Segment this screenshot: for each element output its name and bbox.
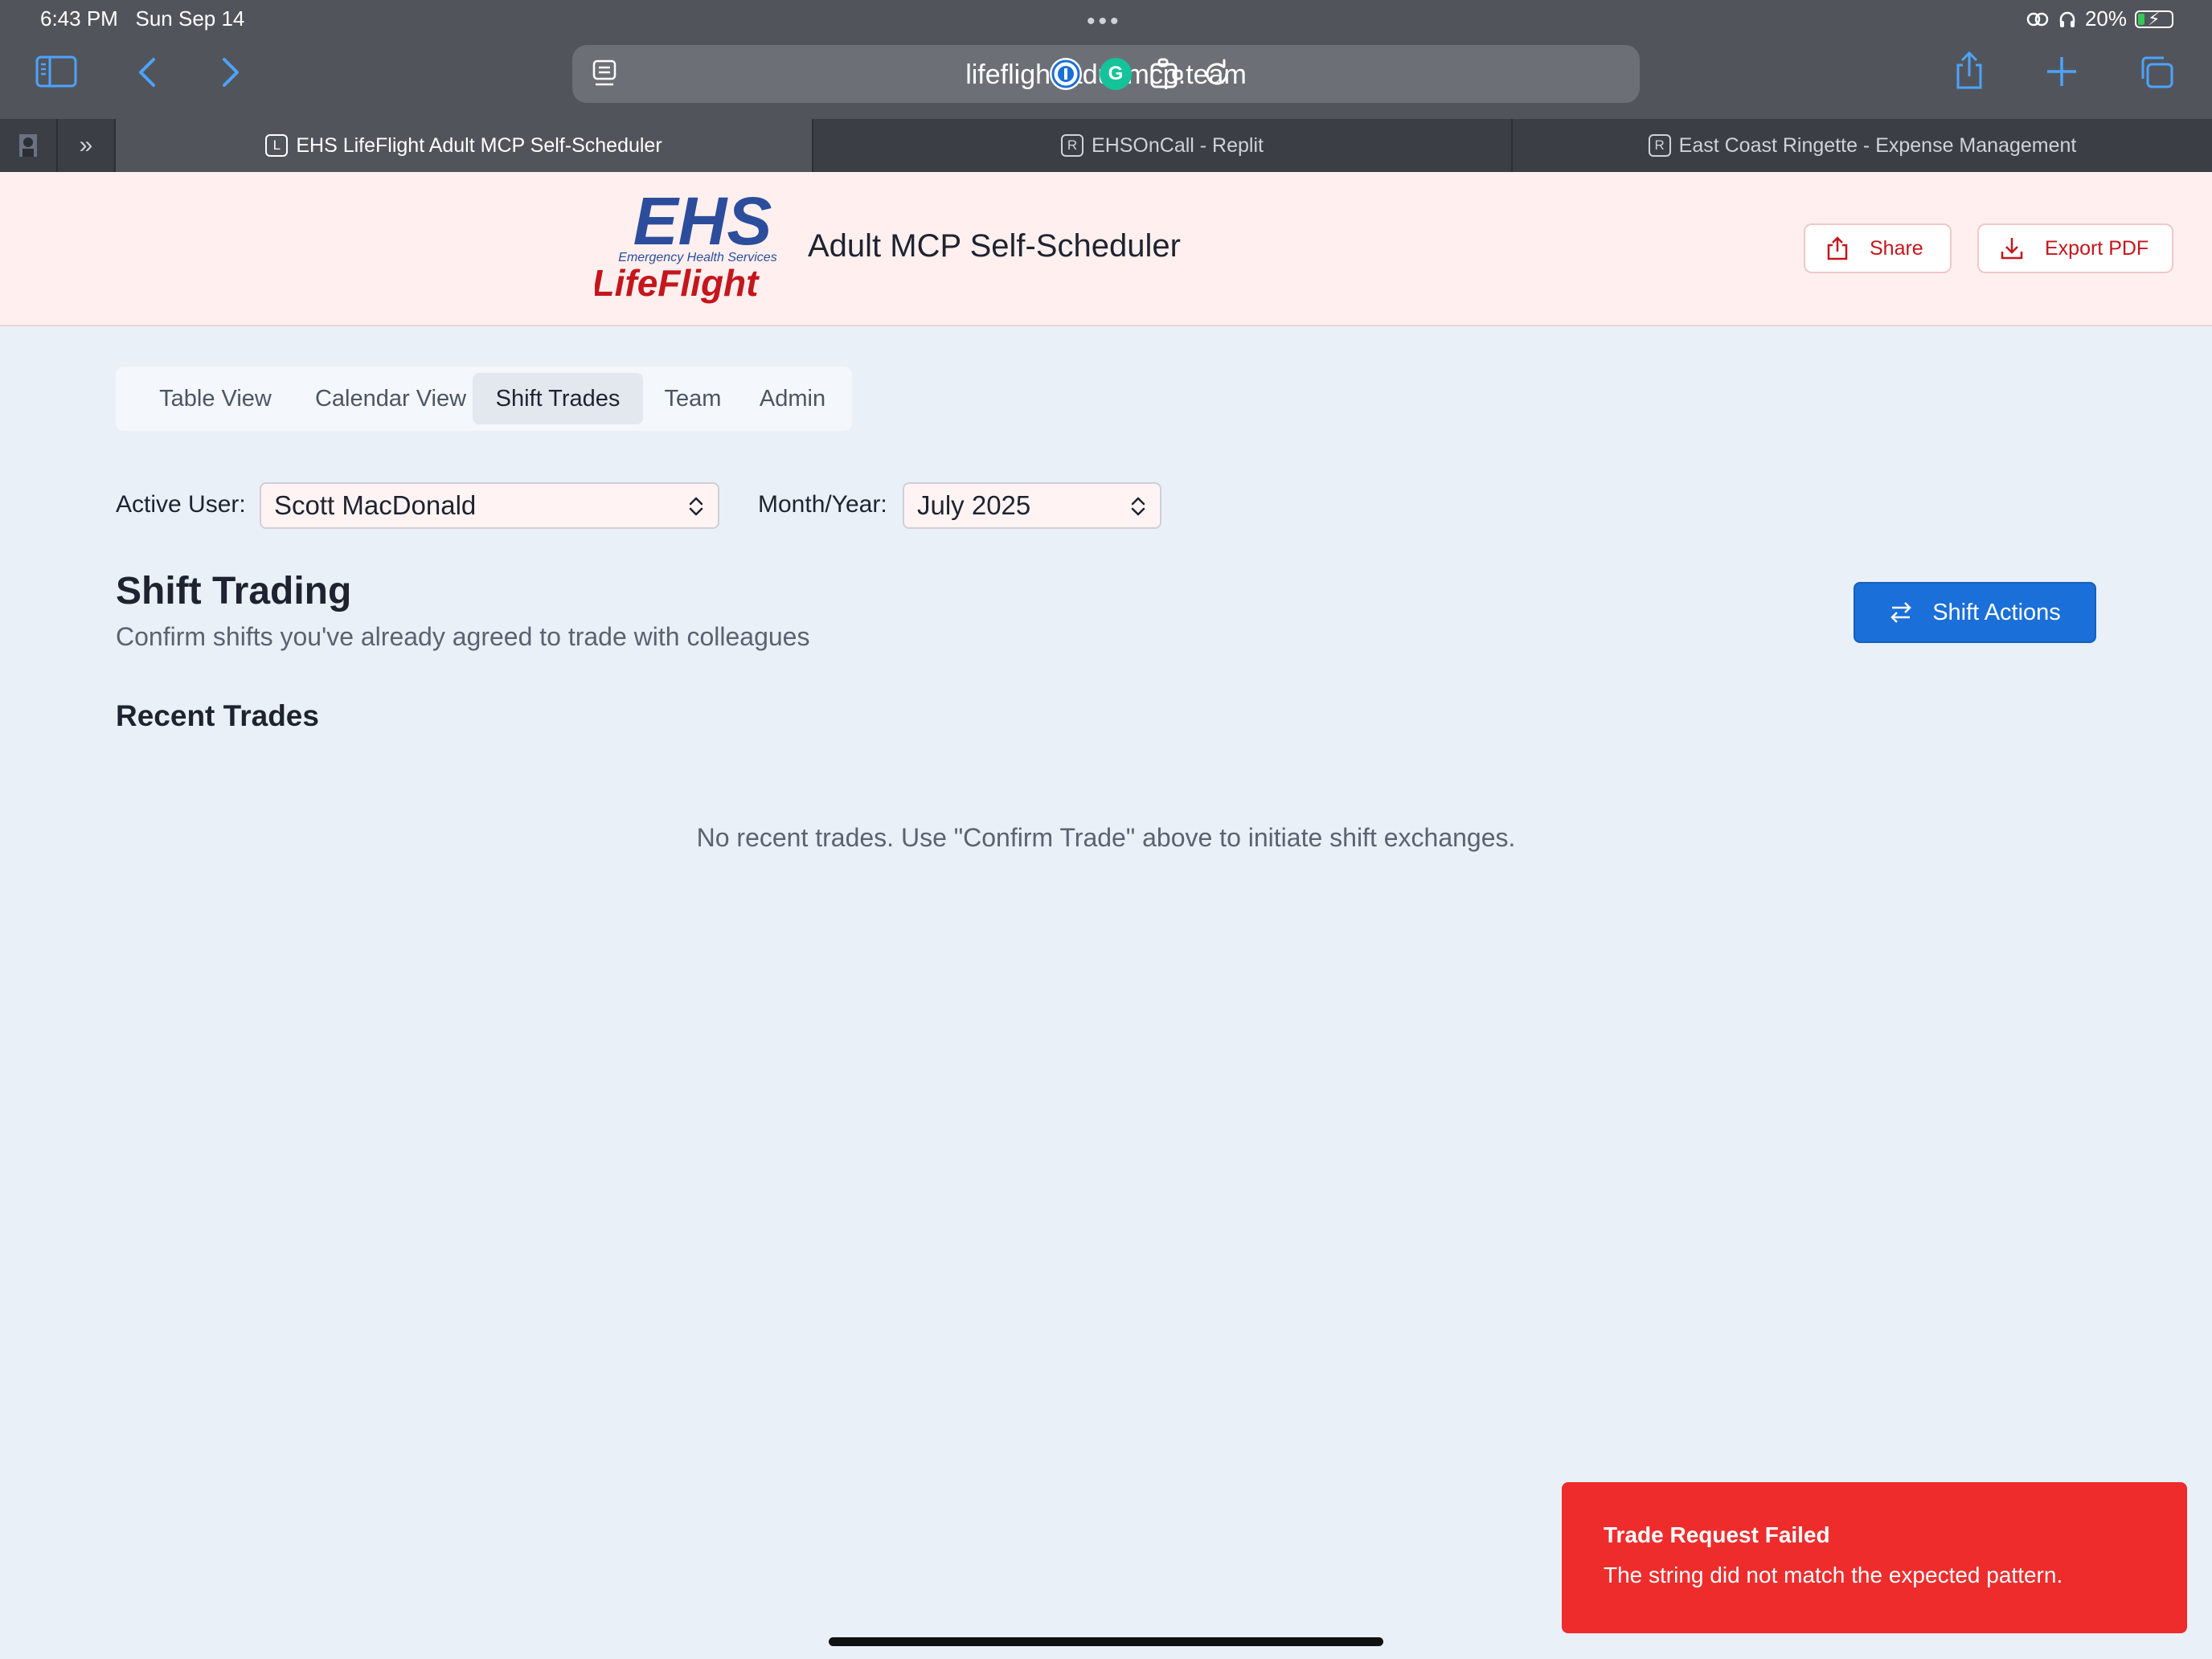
tab-group-icon[interactable] [0, 119, 58, 172]
export-pdf-button[interactable]: Export PDF [1977, 223, 2173, 273]
grammarly-icon[interactable]: G [1100, 58, 1132, 90]
toast-message: The string did not match the expected pa… [1604, 1563, 2063, 1587]
tab-table-view[interactable]: Table View [125, 373, 305, 424]
page-title: Shift Trading [116, 570, 352, 612]
error-toast[interactable]: Trade Request Failed The string did not … [1562, 1482, 2187, 1633]
app-title: Adult MCP Self-Scheduler [808, 228, 1181, 264]
tabs-overview-icon[interactable] [2138, 55, 2175, 90]
tab-team[interactable]: Team [643, 373, 743, 424]
more-tabs-icon[interactable]: » [58, 119, 116, 172]
month-year-select[interactable]: July 2025 [903, 482, 1161, 529]
browser-tab[interactable]: R EHSOnCall - Replit [813, 119, 1513, 172]
tab-favicon-icon: R [1061, 134, 1084, 157]
logo-ehs-text: EHS [633, 191, 772, 259]
reload-icon[interactable] [1201, 58, 1233, 90]
status-indicators: 20% ⚡ [2026, 6, 2173, 31]
focus-link-icon [2026, 12, 2049, 26]
charging-bolt-icon: ⚡ [2148, 8, 2161, 29]
new-tab-icon[interactable] [2045, 55, 2079, 88]
tab-title: EHSOnCall - Replit [1092, 133, 1264, 157]
sidebar-icon[interactable] [34, 53, 79, 90]
status-date: Sun Sep 14 [135, 6, 245, 31]
tab-favicon-icon: R [1648, 134, 1671, 157]
share-button[interactable]: Share [1804, 223, 1952, 273]
month-year-label: Month/Year: [758, 491, 887, 518]
shift-actions-button[interactable]: Shift Actions [1854, 582, 2096, 643]
forward-icon[interactable] [217, 56, 244, 88]
toast-title: Trade Request Failed [1604, 1522, 1830, 1547]
browser-tab-active[interactable]: L EHS LifeFlight Adult MCP Self-Schedule… [116, 119, 813, 172]
page-subtitle: Confirm shifts you've already agreed to … [116, 622, 810, 651]
empty-state-message: No recent trades. Use "Confirm Trade" ab… [696, 823, 1516, 852]
month-year-value: July 2025 [917, 490, 1031, 520]
export-pdf-label: Export PDF [2045, 236, 2149, 260]
app-header: EHS Emergency Health Services LifeFlight… [0, 172, 2212, 326]
swap-arrows-icon [1890, 602, 1911, 623]
extensions-icon[interactable] [1149, 58, 1185, 90]
password-manager-icon[interactable] [1050, 58, 1082, 90]
battery-percent: 20% [2084, 6, 2127, 31]
logo-lifeflight-text: LifeFlight [595, 262, 760, 304]
status-time-text: 6:43 PM [40, 6, 118, 31]
address-bar[interactable]: lifeflight-adultmcp.team G [572, 45, 1640, 103]
share-label: Share [1870, 236, 1923, 260]
battery-icon: ⚡ [2135, 8, 2173, 29]
browser-chrome: 6:43 PM Sun Sep 14 ••• 20% ⚡ lifeflight-… [0, 0, 2212, 119]
back-icon[interactable] [133, 56, 161, 88]
browser-tab-bar: » ✕ L EHS LifeFlight Adult MCP Self-Sche… [0, 119, 2212, 172]
share-icon[interactable] [1952, 50, 1987, 92]
download-icon [2001, 238, 2023, 260]
select-chevron-icon [689, 497, 703, 516]
tab-favicon-icon: L [265, 134, 289, 157]
tab-shift-trades[interactable]: Shift Trades [473, 373, 643, 424]
ehs-lifeflight-logo: EHS Emergency Health Services LifeFlight [595, 191, 777, 304]
tab-title: EHS LifeFlight Adult MCP Self-Scheduler [296, 133, 662, 157]
browser-tab[interactable]: R East Coast Ringette - Expense Manageme… [1513, 119, 2212, 172]
select-chevron-icon [1131, 497, 1145, 516]
shift-actions-label: Shift Actions [1932, 599, 2061, 625]
recent-trades-heading: Recent Trades [116, 699, 319, 732]
active-user-select[interactable]: Scott MacDonald [260, 482, 719, 529]
headphones-icon [2059, 11, 2075, 27]
active-user-label: Active User: [116, 491, 246, 518]
home-indicator[interactable] [829, 1637, 1383, 1646]
tab-admin[interactable]: Admin [743, 373, 842, 424]
tab-calendar-view[interactable]: Calendar View [286, 373, 495, 424]
share-icon [1827, 236, 1848, 260]
multitasking-dots-icon[interactable]: ••• [1087, 8, 1122, 35]
view-tabs: Table View Calendar View Shift Trades Te… [116, 367, 852, 431]
status-time: 6:43 PM Sun Sep 14 [40, 6, 244, 31]
tab-title: East Coast Ringette - Expense Management [1678, 133, 2077, 157]
battery-level [2138, 13, 2144, 25]
active-user-value: Scott MacDonald [274, 490, 477, 520]
